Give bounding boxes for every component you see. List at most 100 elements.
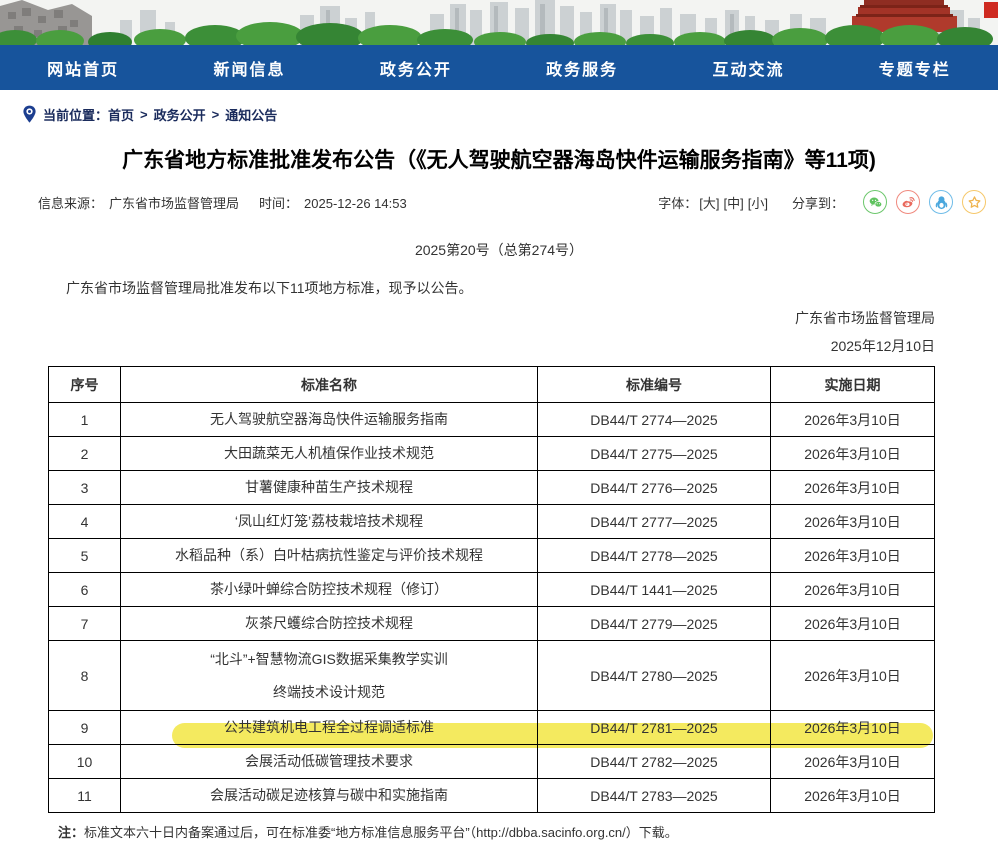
cell-no: 11 (49, 779, 121, 813)
cell-no: 5 (49, 539, 121, 573)
nav-item-home[interactable]: 网站首页 (0, 45, 166, 90)
qq-share-icon[interactable] (929, 190, 953, 214)
cell-name: ‘凤山红灯笼’荔枝栽培技术规程 (121, 505, 538, 539)
table-row: 2 大田蔬菜无人机植保作业技术规范 DB44/T 2775—2025 2026年… (49, 437, 935, 471)
cell-code: DB44/T 2781—2025 (538, 711, 771, 745)
cell-no: 1 (49, 403, 121, 437)
header-banner-image (0, 0, 998, 45)
announcement-body: 广东省市场监督管理局批准发布以下11项地方标准，现予以公告。 (38, 278, 935, 296)
cell-code: DB44/T 2777—2025 (538, 505, 771, 539)
cell-code: DB44/T 1441—2025 (538, 573, 771, 607)
col-header-code: 标准编号 (538, 367, 771, 403)
share-label: 分享到： (792, 193, 844, 212)
font-size-small-button[interactable]: [小] (748, 193, 768, 212)
cell-no: 7 (49, 607, 121, 641)
doc-number: 2025第20号（总第274号） (0, 240, 998, 258)
cell-code: DB44/T 2779—2025 (538, 607, 771, 641)
cell-no: 6 (49, 573, 121, 607)
cell-no: 8 (49, 641, 121, 711)
breadcrumb-home[interactable]: 首页 (108, 105, 134, 124)
footnote: 注：标准文本六十日内备案通过后，可在标准委“地方标准信息服务平台”（http:/… (58, 822, 935, 841)
cell-date: 2026年3月10日 (771, 539, 935, 573)
city-skyline-illustration (0, 0, 998, 45)
cell-date: 2026年3月10日 (771, 607, 935, 641)
table-row: 6 茶小绿叶蝉综合防控技术规程（修订） DB44/T 1441—2025 202… (49, 573, 935, 607)
cell-no: 4 (49, 505, 121, 539)
cell-code: DB44/T 2783—2025 (538, 779, 771, 813)
qzone-star-share-icon[interactable] (962, 190, 986, 214)
cell-date: 2026年3月10日 (771, 573, 935, 607)
weibo-share-icon[interactable] (896, 190, 920, 214)
cell-name: 灰茶尺蠖综合防控技术规程 (121, 607, 538, 641)
cell-no: 9 (49, 711, 121, 745)
table-row: 3 甘薯健康种苗生产技术规程 DB44/T 2776—2025 2026年3月1… (49, 471, 935, 505)
cell-name: “北斗”+智慧物流GIS数据采集教学实训 终端技术设计规范 (121, 641, 538, 711)
breadcrumb-label: 当前位置： (43, 105, 108, 124)
cell-date: 2026年3月10日 (771, 403, 935, 437)
table-row: 5 水稻品种（系）白叶枯病抗性鉴定与评价技术规程 DB44/T 2778—202… (49, 539, 935, 573)
table-row: 7 灰茶尺蠖综合防控技术规程 DB44/T 2779—2025 2026年3月1… (49, 607, 935, 641)
footnote-label: 注： (58, 825, 84, 840)
cell-no: 3 (49, 471, 121, 505)
cell-date: 2026年3月10日 (771, 505, 935, 539)
article-source-time: 信息来源： 广东省市场监督管理局 时间： 2025-12-26 14:53 (38, 193, 413, 212)
cell-code: DB44/T 2775—2025 (538, 437, 771, 471)
source-label: 信息来源： (38, 196, 103, 211)
main-nav: 网站首页 新闻信息 政务公开 政务服务 互动交流 专题专栏 (0, 45, 998, 90)
location-pin-icon (22, 105, 37, 124)
col-header-name: 标准名称 (121, 367, 538, 403)
signature-agency: 广东省市场监督管理局 (0, 308, 935, 326)
nav-item-news[interactable]: 新闻信息 (166, 45, 332, 90)
cell-name: 甘薯健康种苗生产技术规程 (121, 471, 538, 505)
nav-item-topics[interactable]: 专题专栏 (832, 45, 998, 90)
time-label: 时间： (259, 196, 298, 211)
cell-name: 无人驾驶航空器海岛快件运输服务指南 (121, 403, 538, 437)
article-meta-bar: 信息来源： 广东省市场监督管理局 时间： 2025-12-26 14:53 字体： [… (38, 190, 986, 214)
table-header-row: 序号 标准名称 标准编号 实施日期 (49, 367, 935, 403)
font-size-medium-button[interactable]: [中] (724, 193, 744, 212)
breadcrumb-notices[interactable]: 通知公告 (225, 105, 277, 124)
cell-no: 2 (49, 437, 121, 471)
nav-item-services[interactable]: 政务服务 (499, 45, 665, 90)
standards-table-wrap: 序号 标准名称 标准编号 实施日期 1 无人驾驶航空器海岛快件运输服务指南 DB… (48, 366, 934, 813)
breadcrumb-separator: > (140, 107, 148, 122)
cell-name: 会展活动碳足迹核算与碳中和实施指南 (121, 779, 538, 813)
standards-table: 序号 标准名称 标准编号 实施日期 1 无人驾驶航空器海岛快件运输服务指南 DB… (48, 366, 935, 813)
breadcrumb: 当前位置： 首页 > 政务公开 > 通知公告 (22, 104, 998, 124)
breadcrumb-gov-open[interactable]: 政务公开 (154, 105, 206, 124)
cell-date: 2026年3月10日 (771, 711, 935, 745)
cell-date: 2026年3月10日 (771, 471, 935, 505)
cell-code: DB44/T 2776—2025 (538, 471, 771, 505)
table-row: 11 会展活动碳足迹核算与碳中和实施指南 DB44/T 2783—2025 20… (49, 779, 935, 813)
wechat-share-icon[interactable] (863, 190, 887, 214)
cell-name: 大田蔬菜无人机植保作业技术规范 (121, 437, 538, 471)
cell-name: 水稻品种（系）白叶枯病抗性鉴定与评价技术规程 (121, 539, 538, 573)
source-value: 广东省市场监督管理局 (109, 196, 239, 211)
cell-name: 公共建筑机电工程全过程调适标准 (121, 711, 538, 745)
page-title: 广东省地方标准批准发布公告（《无人驾驶航空器海岛快件运输服务指南》等11项) (0, 144, 998, 170)
col-header-no: 序号 (49, 367, 121, 403)
signature-date: 2025年12月10日 (0, 336, 935, 354)
time-value: 2025-12-26 14:53 (304, 196, 407, 211)
font-share-controls: 字体： [大] [中] [小] 分享到： (658, 190, 986, 214)
cell-date: 2026年3月10日 (771, 641, 935, 711)
cell-code: DB44/T 2778—2025 (538, 539, 771, 573)
cell-code: DB44/T 2780—2025 (538, 641, 771, 711)
nav-item-interact[interactable]: 互动交流 (665, 45, 831, 90)
table-row: 8 “北斗”+智慧物流GIS数据采集教学实训 终端技术设计规范 DB44/T 2… (49, 641, 935, 711)
table-row: 10 会展活动低碳管理技术要求 DB44/T 2782—2025 2026年3月… (49, 745, 935, 779)
cell-name: 茶小绿叶蝉综合防控技术规程（修订） (121, 573, 538, 607)
table-row: 4 ‘凤山红灯笼’荔枝栽培技术规程 DB44/T 2777—2025 2026年… (49, 505, 935, 539)
cell-date: 2026年3月10日 (771, 745, 935, 779)
cell-name: 会展活动低碳管理技术要求 (121, 745, 538, 779)
footnote-text: 标准文本六十日内备案通过后，可在标准委“地方标准信息服务平台”（http://d… (84, 825, 678, 840)
table-row: 1 无人驾驶航空器海岛快件运输服务指南 DB44/T 2774—2025 202… (49, 403, 935, 437)
cell-code: DB44/T 2774—2025 (538, 403, 771, 437)
cell-code: DB44/T 2782—2025 (538, 745, 771, 779)
cell-no: 10 (49, 745, 121, 779)
font-size-large-button[interactable]: [大] (699, 193, 719, 212)
nav-item-gov-open[interactable]: 政务公开 (333, 45, 499, 90)
breadcrumb-separator: > (212, 107, 220, 122)
table-row-highlighted: 9 公共建筑机电工程全过程调适标准 DB44/T 2781—2025 2026年… (49, 711, 935, 745)
col-header-date: 实施日期 (771, 367, 935, 403)
